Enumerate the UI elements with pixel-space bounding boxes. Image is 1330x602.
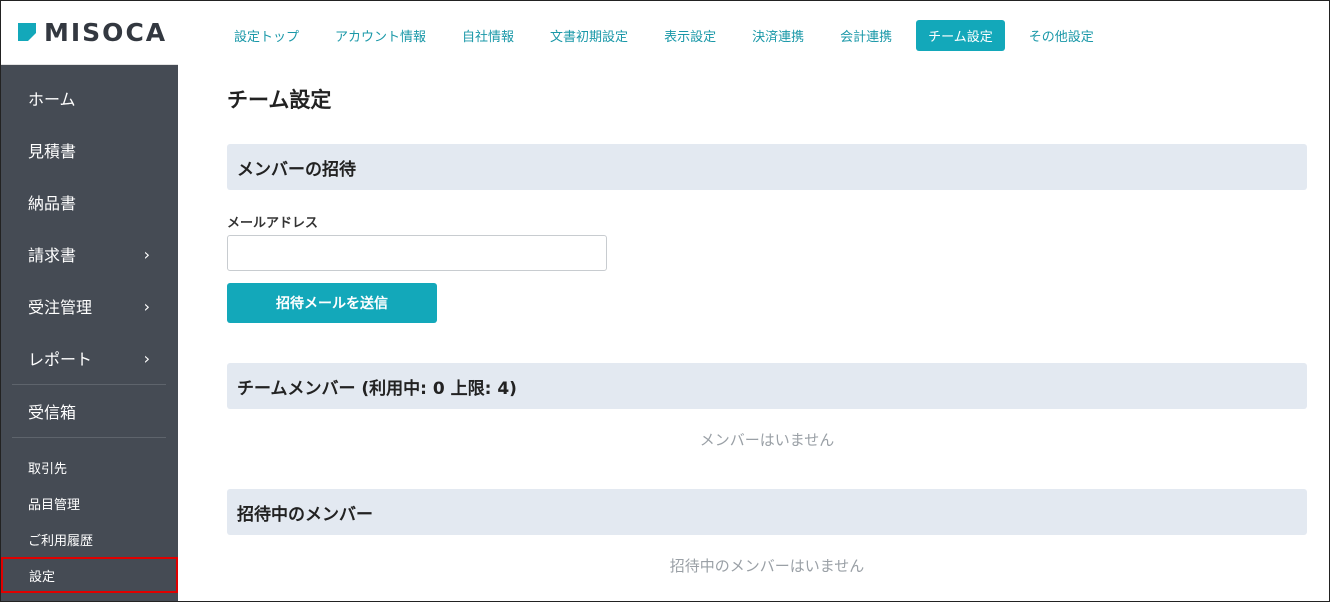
sidebar-item-settings[interactable]: 設定 (1, 557, 178, 593)
sidebar-item-label: ホーム (28, 90, 76, 109)
sidebar-item-items[interactable]: 品目管理 (0, 485, 178, 521)
sidebar-item-label: ご利用履歴 (28, 533, 94, 549)
tab-account-info[interactable]: アカウント情報 (323, 20, 438, 51)
sidebar-item-inbox[interactable]: 受信箱 (0, 385, 178, 437)
sidebar-item-label: 受信箱 (28, 403, 77, 422)
tab-document-defaults[interactable]: 文書初期設定 (538, 20, 640, 51)
team-members-empty-text: メンバーはいません (699, 431, 835, 449)
sidebar-item-estimates[interactable]: 見積書 (0, 124, 178, 176)
tab-settings-top[interactable]: 設定トップ (222, 20, 311, 51)
tab-company-info[interactable]: 自社情報 (450, 20, 526, 51)
sidebar-main-nav: ホーム 見積書 納品書 請求書 › 受注管理 › レポート › 受信箱 (0, 65, 178, 438)
settings-tabs: 設定トップ アカウント情報 自社情報 文書初期設定 表示設定 決済連携 会計連携… (222, 20, 1118, 51)
email-label: メールアドレス (227, 216, 319, 231)
team-members-heading: チームメンバー (利用中: 0 上限: 4) (227, 363, 1307, 409)
sidebar-item-label: 取引先 (28, 461, 68, 477)
sidebar-item-invoices[interactable]: 請求書 › (0, 228, 178, 280)
sidebar: MISOCA ホーム 見積書 納品書 請求書 › 受注管理 › レポート › 受… (0, 0, 178, 602)
logo[interactable]: MISOCA (0, 0, 178, 65)
pending-members-empty-text: 招待中のメンバーはいません (669, 557, 865, 575)
sidebar-item-label: 納品書 (28, 194, 77, 213)
logo-text: MISOCA (44, 17, 168, 47)
sidebar-item-orders[interactable]: 受注管理 › (0, 280, 178, 332)
sidebar-item-clients[interactable]: 取引先 (0, 449, 178, 485)
page-title: チーム設定 (227, 88, 332, 112)
sidebar-item-usage-history[interactable]: ご利用履歴 (0, 521, 178, 557)
tab-display-settings[interactable]: 表示設定 (652, 20, 728, 51)
invite-section-heading: メンバーの招待 (227, 144, 1307, 190)
email-field[interactable] (227, 235, 607, 271)
misoca-logo-icon (18, 23, 36, 41)
sidebar-item-label: 品目管理 (28, 497, 81, 513)
chevron-right-icon: › (143, 244, 150, 264)
sidebar-item-label: 請求書 (28, 246, 77, 265)
sidebar-item-label: 見積書 (28, 142, 77, 161)
tab-accounting-integration[interactable]: 会計連携 (828, 20, 904, 51)
sidebar-sub-nav: 取引先 品目管理 ご利用履歴 設定 (0, 438, 178, 593)
sidebar-item-reports[interactable]: レポート › (0, 332, 178, 384)
sidebar-item-label: レポート (28, 350, 93, 369)
sidebar-item-label: 受注管理 (28, 298, 93, 317)
sidebar-item-home[interactable]: ホーム (0, 72, 178, 124)
chevron-right-icon: › (143, 348, 150, 368)
pending-members-heading: 招待中のメンバー (227, 489, 1307, 535)
tab-payment-integration[interactable]: 決済連携 (740, 20, 816, 51)
send-invite-button[interactable]: 招待メールを送信 (227, 283, 437, 323)
sidebar-item-delivery-notes[interactable]: 納品書 (0, 176, 178, 228)
tab-other-settings[interactable]: その他設定 (1017, 20, 1106, 51)
tab-team-settings[interactable]: チーム設定 (916, 20, 1005, 51)
sidebar-item-label: 設定 (29, 569, 56, 585)
chevron-right-icon: › (143, 296, 150, 316)
